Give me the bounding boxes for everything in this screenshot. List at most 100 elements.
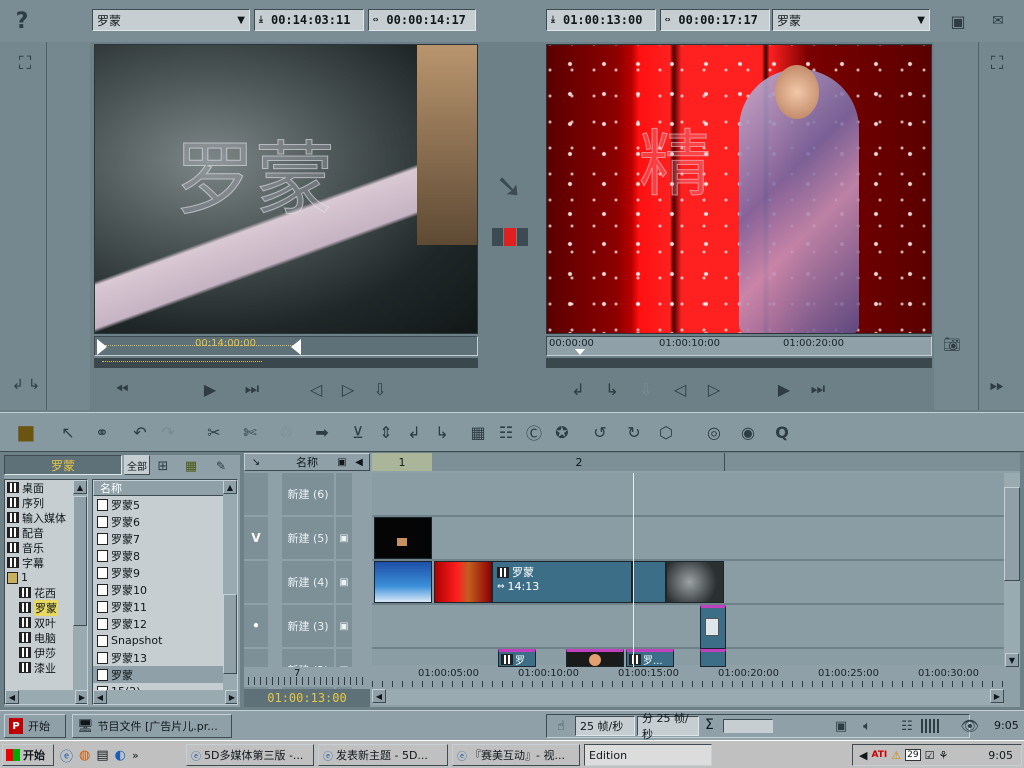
clip-black[interactable] [374,517,432,559]
link-icon[interactable]: ⚭ [88,419,116,445]
clip-luomeng[interactable]: 罗蒙 ⇔ 14:13 [492,561,632,603]
scroll-thumb[interactable] [73,496,87,626]
track-header[interactable]: V 新建 (5) ▣ [244,517,370,559]
match-frame-arrow-icon[interactable]: ➘ [486,166,532,206]
track-visibility-icon[interactable]: ▣ [336,605,352,647]
track-header[interactable]: • 新建 (3) ▣ [244,605,370,647]
notepad-icon[interactable]: ▤ [96,748,108,763]
track-visibility-icon[interactable] [336,473,352,515]
clip-person[interactable] [566,649,624,667]
razor-icon[interactable]: ✂ [200,419,228,445]
record-monitor[interactable]: 精 [546,44,932,334]
track-label[interactable]: 新建 (3) [282,605,334,647]
ie-icon[interactable]: ⓔ [60,746,73,765]
list-scrollbar[interactable]: ▲ [223,480,237,692]
record-clip-select[interactable]: 罗蒙 ▼ [772,9,930,31]
mode-switch-icon[interactable] [492,228,528,246]
step-forward-icon[interactable]: ⏭︎ [238,376,266,402]
current-timecode[interactable]: 01:00:13:00 [244,689,370,707]
network-icon[interactable]: ⚘ [938,749,948,762]
track-label[interactable]: 新建 (6) [282,473,334,515]
clip-transition[interactable] [700,605,726,649]
record-in-timecode[interactable]: ⤓ 01:00:13:00 [546,9,656,31]
trim-in-icon[interactable]: ⊻ [344,419,372,445]
sigma-icon[interactable]: Σ [705,717,714,733]
record-duration-timecode[interactable]: ⇔ 00:00:17:17 [660,9,770,31]
app-start-button[interactable]: P 开始 [4,714,66,738]
track-target-flag[interactable] [244,473,268,515]
all-button[interactable]: 全部 [124,455,150,475]
list-header-name[interactable]: 名称 [93,480,237,496]
taskbar-item-4[interactable]: Edition [584,744,712,766]
scroll-thumb[interactable] [1004,487,1020,581]
list-item[interactable]: 罗蒙10 [93,581,237,598]
extract-icon[interactable]: ↳ [598,376,626,402]
source-clip-select[interactable]: 罗蒙 ▼ [92,9,250,31]
mixer-icon[interactable]: ☷ [897,717,917,735]
warning-icon[interactable]: ⚠ [891,749,901,762]
track-arrow-icon[interactable]: ↘ [245,457,267,468]
clip-leather[interactable] [666,561,724,603]
help-icon[interactable]: ? [8,8,36,34]
list-item[interactable]: 罗蒙12 [93,615,237,632]
effects-icon[interactable]: ✪ [548,419,576,445]
pointer-icon[interactable]: ↖ [54,419,82,445]
clip-gap[interactable] [632,561,666,603]
cube-icon[interactable]: ⬡ [652,419,680,445]
window-icon[interactable]: ✉ [984,8,1012,34]
sequence-tab-2[interactable]: 2 [572,453,586,471]
more-chevron-icon[interactable]: » [132,749,139,762]
list-item[interactable]: Snapshot [93,632,237,649]
list-item[interactable]: 罗蒙 [93,666,237,683]
overwrite-arrow-icon[interactable]: ➡ [308,419,336,445]
transition-icon[interactable]: ▦ [464,419,492,445]
mark-in-arrow-icon[interactable]: ◁ [666,376,694,402]
dvd-icon[interactable]: ◎ [700,419,728,445]
scroll-thumb[interactable] [223,594,237,674]
record-jog-bar[interactable] [546,358,932,368]
cut-edit-icon[interactable]: ✄ [236,419,264,445]
fps-display-1[interactable]: 25 帧/秒 [575,716,635,736]
mark-out-arrow-icon[interactable]: ▷ [700,376,728,402]
mark-in-arrow-icon[interactable]: ◁ [302,376,330,402]
scroll-left-icon[interactable]: ◀ [5,690,19,704]
snapshot-camera-icon[interactable]: 📷︎ [938,334,966,356]
source-monitor[interactable]: 罗蒙 [94,44,478,334]
timeline-hscrollbar[interactable]: ◀ ▶ [372,689,1004,705]
scroll-right-icon[interactable]: ▶ [75,690,87,704]
display-icon[interactable]: ▣ [831,717,851,735]
cg-title-icon[interactable]: Ⓒ [520,419,548,445]
track-header[interactable]: 新建 (4) ▣ [244,561,370,603]
bin-title[interactable]: 罗蒙 [4,455,122,475]
clip-blue[interactable] [374,561,432,603]
track-target-flag[interactable]: V [244,517,268,559]
scroll-right-icon[interactable]: ▶ [225,690,237,704]
timeline-playhead[interactable] [633,473,634,685]
timeline-time-ruler[interactable]: 01:00:05:00 01:00:10:00 01:00:15:00 01:00:2… [372,667,1004,687]
calendar-icon[interactable]: 29 [905,749,921,761]
thumbnail-view-icon[interactable]: ▦ [180,457,202,475]
track-label[interactable]: 新建 (5) [282,517,334,559]
source-scrub-bar[interactable]: 00:14:00:00 [94,336,478,356]
out-point-marker[interactable] [291,339,301,355]
tree-scrollbar[interactable]: ▲ [73,480,87,692]
media-icon[interactable]: ◐ [115,748,126,763]
track-visibility-icon[interactable]: ▣ [336,561,352,603]
zoom-icon[interactable]: Q [768,419,796,445]
scroll-left-icon[interactable]: ◀ [372,689,386,703]
track-name-header[interactable]: 名称 [281,454,333,470]
source-jog-bar[interactable] [94,358,478,368]
track-header[interactable]: 新建 (6) [244,473,370,515]
list-item[interactable]: 罗蒙5 [93,496,237,513]
list-item[interactable]: 罗蒙6 [93,513,237,530]
clip-luo-small[interactable]: 罗 [498,649,536,667]
play-icon[interactable]: ▶ [196,376,224,402]
mark-out-arrow-icon[interactable]: ▷ [334,376,362,402]
scroll-up-icon[interactable]: ▲ [223,480,237,494]
play-icon[interactable]: ▶ [770,376,798,402]
start-button[interactable]: 开始 [2,744,54,766]
list-item[interactable]: 罗蒙8 [93,547,237,564]
hand-icon[interactable]: ☝ [551,717,571,735]
split-icon[interactable]: ⇕ [372,419,400,445]
list-item[interactable]: 罗蒙11 [93,598,237,615]
